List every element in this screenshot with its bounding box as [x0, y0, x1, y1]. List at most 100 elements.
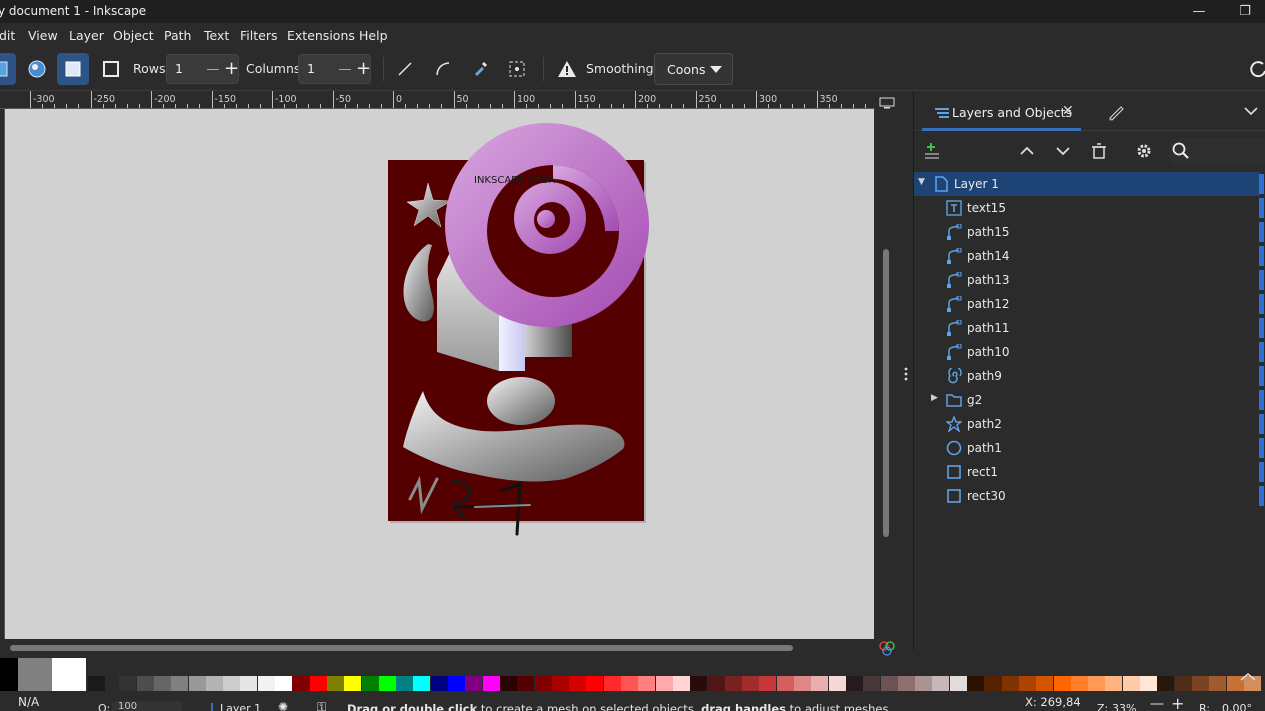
menu-help[interactable]: Help — [359, 28, 388, 43]
artwork[interactable]: INKSCAPE COBA — [5, 109, 874, 639]
color-swatch[interactable] — [932, 676, 950, 691]
color-swatch[interactable] — [396, 676, 414, 691]
move-up-button[interactable] — [1017, 141, 1037, 161]
color-swatch[interactable] — [1088, 676, 1106, 691]
color-swatch[interactable] — [448, 676, 465, 691]
tree-row[interactable]: path10 — [914, 340, 1264, 364]
ellipse-shape[interactable] — [487, 377, 555, 425]
rotate-value[interactable]: 0,00° — [1222, 702, 1252, 711]
color-swatch[interactable] — [205, 676, 223, 691]
search-input[interactable] — [1170, 138, 1265, 164]
color-swatch[interactable] — [603, 676, 621, 691]
color-swatch[interactable] — [915, 676, 933, 691]
menu-text[interactable]: Text — [204, 28, 229, 43]
rows-value[interactable]: 1 — [175, 61, 183, 76]
layer-row[interactable]: ▼ Layer 1 — [914, 172, 1264, 196]
spiral-shape[interactable] — [445, 123, 649, 327]
color-swatch[interactable] — [1209, 676, 1227, 691]
color-swatch[interactable] — [672, 676, 690, 691]
color-swatch[interactable] — [949, 676, 967, 691]
color-swatch[interactable] — [897, 676, 915, 691]
make-curved-button[interactable] — [427, 53, 459, 85]
expander-icon[interactable]: ▼ — [918, 177, 925, 187]
canvas-text[interactable]: INKSCAPE COBA — [474, 175, 555, 186]
color-swatch[interactable] — [707, 676, 725, 691]
color-swatch[interactable] — [863, 676, 881, 691]
move-down-button[interactable] — [1053, 141, 1073, 161]
color-swatch[interactable] — [1174, 676, 1192, 691]
vertical-scroll-thumb[interactable] — [883, 249, 889, 537]
color-swatch[interactable] — [378, 676, 396, 691]
menu-extensions[interactable]: Extensions — [287, 28, 355, 43]
rows-decrement-icon[interactable] — [207, 69, 219, 70]
menu-path[interactable]: Path — [164, 28, 191, 43]
color-swatch[interactable] — [223, 676, 241, 691]
tree-row[interactable]: text15 — [914, 196, 1264, 220]
color-swatch[interactable] — [1001, 676, 1019, 691]
fill-indicator[interactable]: N/A — [18, 695, 39, 709]
menu-filters[interactable]: Filters — [240, 28, 277, 43]
color-swatch[interactable] — [742, 676, 760, 691]
edit-fill-button[interactable] — [57, 53, 89, 85]
color-swatch[interactable] — [1070, 676, 1088, 691]
commands-bar-toggle[interactable] — [1243, 53, 1265, 85]
color-swatch[interactable] — [655, 676, 673, 691]
color-swatch[interactable] — [309, 676, 327, 691]
color-swatch[interactable] — [326, 676, 344, 691]
color-swatch[interactable] — [724, 676, 742, 691]
color-swatch[interactable] — [119, 676, 137, 691]
tree-row[interactable]: path12 — [914, 292, 1264, 316]
color-swatch[interactable] — [828, 676, 846, 691]
tab-fill-and-stroke[interactable] — [1101, 91, 1131, 131]
color-swatch[interactable] — [845, 676, 863, 691]
smoothing-dropdown[interactable]: Coons — [654, 53, 733, 85]
pick-colors-button[interactable] — [464, 53, 496, 85]
color-swatch[interactable] — [344, 676, 362, 691]
menu-layer[interactable]: Layer — [69, 28, 104, 43]
color-swatch[interactable] — [153, 676, 171, 691]
color-swatch[interactable] — [690, 676, 708, 691]
color-swatch[interactable] — [499, 676, 517, 691]
toggle-sides-button[interactable] — [389, 53, 421, 85]
zoom-in-icon[interactable]: + — [1171, 694, 1184, 711]
color-swatch[interactable] — [240, 676, 258, 691]
color-swatch[interactable] — [551, 676, 569, 691]
color-swatch[interactable] — [413, 676, 431, 691]
mesh-normal-button[interactable] — [0, 53, 16, 85]
color-swatch[interactable] — [1140, 676, 1157, 691]
color-swatch[interactable] — [1191, 676, 1209, 691]
add-layer-button[interactable] — [922, 141, 942, 161]
tree-row[interactable]: ▶ g2 — [914, 388, 1264, 412]
color-swatch[interactable] — [361, 676, 379, 691]
color-swatch[interactable] — [465, 676, 483, 691]
minimize-button[interactable]: — — [1176, 0, 1222, 23]
current-layer[interactable]: Layer 1 — [220, 702, 261, 711]
color-swatch[interactable] — [1053, 676, 1071, 691]
color-swatch[interactable] — [621, 676, 638, 691]
scale-mesh-button[interactable] — [501, 53, 533, 85]
color-swatch[interactable] — [136, 676, 154, 691]
color-swatch[interactable] — [88, 676, 105, 691]
color-swatch[interactable] — [18, 658, 52, 691]
color-swatch[interactable] — [811, 676, 829, 691]
drawing-canvas[interactable]: INKSCAPE COBA — [5, 109, 874, 639]
tree-row[interactable]: path14 — [914, 244, 1264, 268]
dock-grip-icon[interactable] — [904, 366, 908, 382]
tree-row[interactable]: path1 — [914, 436, 1264, 460]
maximize-button[interactable]: ❐ — [1222, 0, 1265, 23]
color-swatch[interactable] — [1018, 676, 1036, 691]
expander-icon[interactable]: ▶ — [931, 393, 938, 403]
color-managed-icon[interactable] — [878, 640, 896, 656]
mesh-conical-button[interactable] — [21, 53, 53, 85]
color-swatch[interactable] — [430, 676, 448, 691]
layer-visibility-icon[interactable]: ✺ — [278, 700, 288, 711]
columns-decrement-icon[interactable] — [339, 69, 351, 70]
color-swatch[interactable] — [759, 676, 777, 691]
color-swatch[interactable] — [880, 676, 898, 691]
color-swatch[interactable] — [482, 676, 500, 691]
close-tab-icon[interactable]: ✕ — [1062, 103, 1074, 119]
color-swatch[interactable] — [1105, 676, 1123, 691]
horizontal-ruler[interactable]: -300 -250 -200 -150 -100 -50 0 50 100 150 200 250 30… — [0, 91, 875, 109]
rows-increment-icon[interactable]: + — [224, 60, 239, 78]
color-swatch[interactable] — [52, 658, 86, 691]
